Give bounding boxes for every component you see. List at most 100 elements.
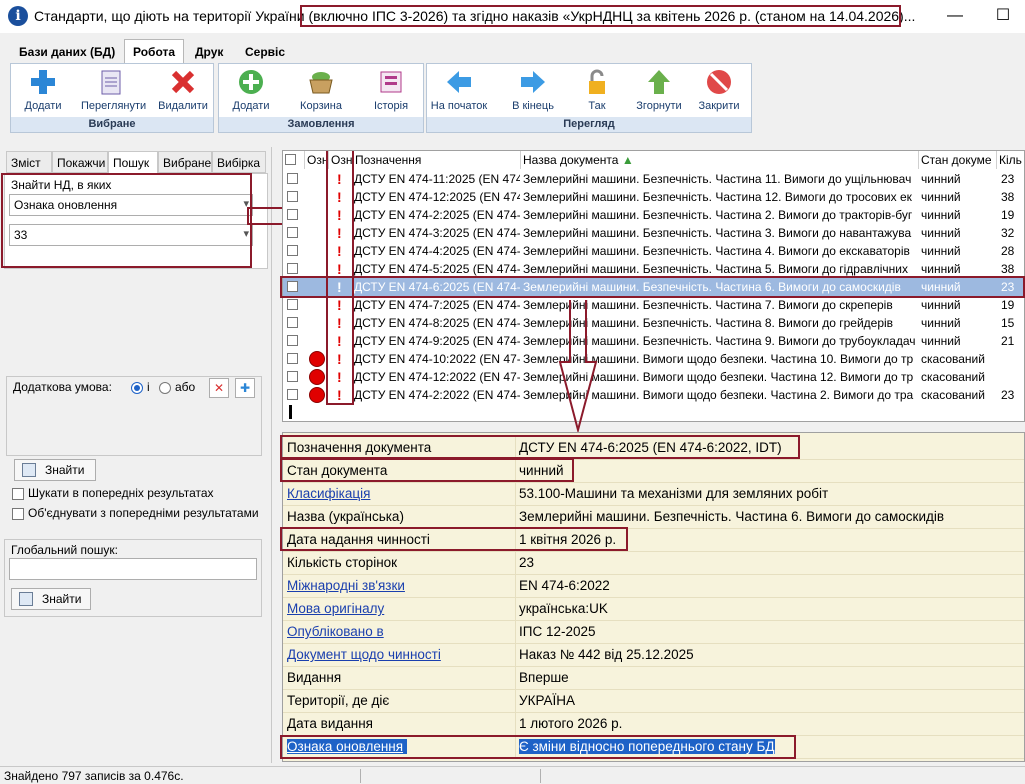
header-document-name[interactable]: Назва документа ▲ bbox=[521, 151, 919, 169]
detail-key[interactable]: Класифікація bbox=[287, 486, 513, 501]
row-designation: ДСТУ EN 474-12:2025 (EN 474- bbox=[354, 190, 520, 204]
row-cell-check[interactable] bbox=[287, 332, 303, 350]
ribbon-group-orders: Додати Корзина Історія Замовлення bbox=[218, 63, 424, 133]
basket-icon bbox=[309, 72, 333, 94]
detail-key[interactable]: Мова оригіналу bbox=[287, 601, 513, 616]
yes-button[interactable]: Так bbox=[567, 68, 627, 112]
row-checkbox[interactable] bbox=[287, 371, 298, 382]
radio-and[interactable] bbox=[131, 382, 143, 394]
header-pages[interactable]: Кіль bbox=[997, 151, 1024, 169]
orders-history-button[interactable]: Історія bbox=[361, 68, 421, 112]
favorites-add-label: Додати bbox=[24, 100, 62, 112]
header-designation[interactable]: Позначення bbox=[353, 151, 521, 169]
table-row[interactable]: ! ДСТУ EN 474-3:2025 (EN 474- Землерийні м… bbox=[283, 224, 1024, 242]
row-cell-check[interactable] bbox=[287, 350, 303, 368]
tab-selection[interactable]: Вибірка bbox=[212, 151, 266, 173]
row-checkbox[interactable] bbox=[287, 209, 298, 220]
orders-add-button[interactable]: Додати bbox=[221, 68, 281, 112]
row-cell-check[interactable] bbox=[287, 296, 303, 314]
row-checkbox[interactable] bbox=[287, 335, 298, 346]
row-designation: ДСТУ EN 474-3:2025 (EN 474- bbox=[354, 226, 520, 240]
header-select-all[interactable] bbox=[283, 151, 305, 169]
row-pages: 23 bbox=[1001, 388, 1015, 402]
detail-key: Дата видання bbox=[287, 716, 373, 731]
row-checkbox[interactable] bbox=[287, 317, 298, 328]
remove-condition-icon[interactable]: ✕ bbox=[209, 378, 229, 398]
detail-separator bbox=[515, 552, 516, 575]
table-row[interactable]: ! ДСТУ EN 474-2:2022 (EN 474- Землерийні м… bbox=[283, 386, 1024, 404]
tab-print[interactable]: Друк bbox=[186, 39, 232, 63]
row-cell-check[interactable] bbox=[287, 206, 303, 224]
go-first-button[interactable]: На початок bbox=[429, 68, 489, 112]
tab-index[interactable]: Покажчи bbox=[52, 151, 108, 173]
row-cell-check[interactable] bbox=[287, 224, 303, 242]
row-cell-check[interactable] bbox=[287, 368, 303, 386]
row-designation: ДСТУ EN 474-2:2025 (EN 474- bbox=[354, 208, 520, 222]
row-checkbox[interactable] bbox=[287, 173, 298, 184]
close-button[interactable]: Закрити bbox=[689, 68, 749, 112]
table-row[interactable]: ! ДСТУ EN 474-8:2025 (EN 474- Землерийні м… bbox=[283, 314, 1024, 332]
designation-highlight-frame bbox=[280, 435, 800, 459]
go-last-button[interactable]: В кінець bbox=[503, 68, 563, 112]
detail-key[interactable]: Документ щодо чинності bbox=[287, 647, 513, 662]
search-prev-checkbox[interactable] bbox=[12, 488, 24, 500]
table-row[interactable]: ! ДСТУ EN 474-7:2025 (EN 474- Землерийні м… bbox=[283, 296, 1024, 314]
favorites-add-button[interactable]: Додати bbox=[13, 68, 73, 112]
row-checkbox[interactable] bbox=[287, 227, 298, 238]
radio-and-label: і bbox=[147, 380, 150, 394]
detail-key: Території, де діє bbox=[287, 693, 390, 708]
row-cell-check[interactable] bbox=[287, 242, 303, 260]
detail-value: ІПС 12-2025 bbox=[519, 624, 596, 639]
tab-contents[interactable]: Зміст bbox=[6, 151, 52, 173]
detail-key[interactable]: Міжнародні зв'язки bbox=[287, 578, 513, 593]
table-row[interactable]: ! ДСТУ EN 474-12:2025 (EN 474- Землерийні … bbox=[283, 188, 1024, 206]
row-checkbox[interactable] bbox=[287, 353, 298, 364]
row-cell-check[interactable] bbox=[287, 386, 303, 404]
row-checkbox[interactable] bbox=[287, 263, 298, 274]
row-cell-check[interactable] bbox=[287, 314, 303, 332]
row-pages: 23 bbox=[1001, 172, 1015, 186]
favorites-view-button[interactable]: Переглянути bbox=[81, 68, 146, 112]
row-status: чинний bbox=[921, 298, 961, 312]
table-row[interactable]: ! ДСТУ EN 474-10:2022 (EN 47- Землерийні м… bbox=[283, 350, 1024, 368]
global-search-input[interactable] bbox=[9, 558, 257, 580]
header-status[interactable]: Стан докуме bbox=[919, 151, 997, 169]
table-row[interactable]: ! ДСТУ EN 474-2:2025 (EN 474- Землерийні м… bbox=[283, 206, 1024, 224]
detail-row: Опубліковано в ІПС 12-2025 bbox=[283, 621, 1024, 644]
table-row[interactable]: ! ДСТУ EN 474-4:2025 (EN 474- Землерийні м… bbox=[283, 242, 1024, 260]
tab-work[interactable]: Робота bbox=[124, 39, 185, 63]
detail-separator bbox=[515, 621, 516, 644]
maximize-button[interactable]: ☐ bbox=[988, 6, 1018, 26]
minimize-button[interactable]: — bbox=[940, 6, 970, 26]
tab-search[interactable]: Пошук bbox=[108, 151, 158, 173]
row-status: скасований bbox=[921, 352, 985, 366]
row-checkbox[interactable] bbox=[287, 299, 298, 310]
orders-cart-button[interactable]: Корзина bbox=[291, 68, 351, 112]
tab-service[interactable]: Сервіс bbox=[236, 39, 294, 63]
collapse-button[interactable]: Згорнути bbox=[629, 68, 689, 112]
table-row[interactable]: ! ДСТУ EN 474-12:2022 (EN 47- Землерийні м… bbox=[283, 368, 1024, 386]
find-button[interactable]: Знайти bbox=[14, 459, 96, 481]
table-row[interactable]: ! ДСТУ EN 474-9:2025 (EN 474- Землерийні м… bbox=[283, 332, 1024, 350]
radio-or[interactable] bbox=[159, 382, 171, 394]
detail-separator bbox=[515, 575, 516, 598]
merge-prev-checkbox[interactable] bbox=[12, 508, 24, 520]
row-checkbox[interactable] bbox=[287, 389, 298, 400]
table-row[interactable]: ! ДСТУ EN 474-11:2025 (EN 474- Землерийні … bbox=[283, 170, 1024, 188]
detail-row: Дата видання 1 лютого 2026 р. bbox=[283, 713, 1024, 736]
detail-key[interactable]: Опубліковано в bbox=[287, 624, 513, 639]
row-checkbox[interactable] bbox=[287, 245, 298, 256]
go-last-label: В кінець bbox=[512, 100, 554, 112]
detail-key: Назва (українська) bbox=[287, 509, 404, 524]
select-all-checkbox[interactable] bbox=[285, 154, 296, 165]
tab-databases[interactable]: Бази даних (БД) bbox=[10, 39, 124, 63]
detail-row: Документ щодо чинності Наказ № 442 від 25… bbox=[283, 644, 1024, 667]
global-find-button[interactable]: Знайти bbox=[11, 588, 91, 610]
row-checkbox[interactable] bbox=[287, 191, 298, 202]
row-cell-check[interactable] bbox=[287, 170, 303, 188]
tab-favorites[interactable]: Вибране bbox=[158, 151, 212, 173]
add-condition-icon[interactable]: ✚ bbox=[235, 378, 255, 398]
row-cell-check[interactable] bbox=[287, 188, 303, 206]
history-icon bbox=[380, 71, 402, 93]
favorites-delete-button[interactable]: Видалити bbox=[153, 68, 213, 112]
